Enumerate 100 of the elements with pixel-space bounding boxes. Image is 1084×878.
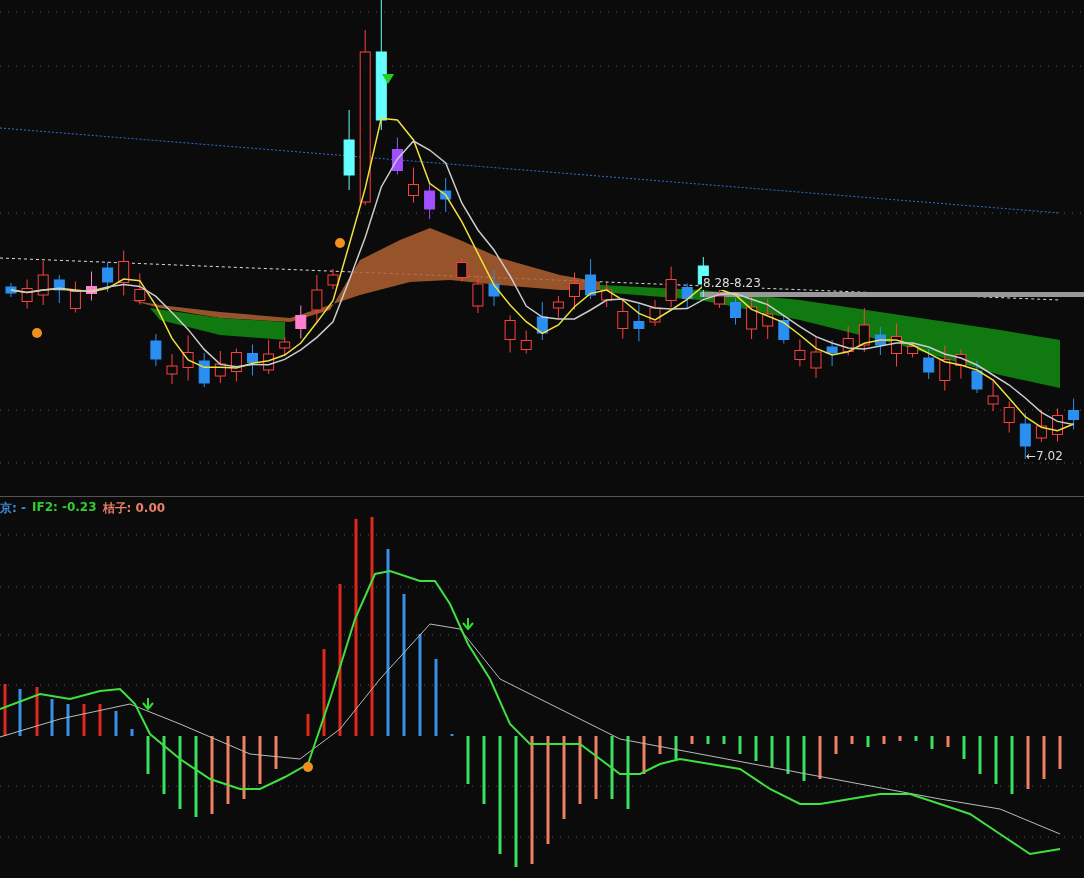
candlestick [53,274,65,304]
indicator-legend-text: IF2: -0.23 [31,500,97,516]
candlestick [778,314,790,344]
candlestick [601,282,613,308]
histogram-bar [274,736,278,769]
candlestick [810,335,822,379]
candlestick [488,269,500,307]
candlestick [37,260,49,306]
candlestick [198,352,210,388]
candlestick [681,283,693,309]
candlestick [520,330,532,354]
histogram-bar [466,736,470,784]
histogram-bar [674,736,678,759]
candlestick [842,326,854,356]
candlestick [230,348,242,382]
candlestick [21,279,33,309]
candlestick [746,296,758,340]
down-arrow-icon [462,617,474,631]
candlestick [311,274,323,324]
histogram-bar [1042,736,1046,779]
histogram-bar [130,729,134,736]
candlestick [536,301,548,341]
histogram-bar [1010,736,1014,794]
histogram-bar [898,736,902,741]
signal-dot [303,762,313,772]
candlestick [1068,398,1080,430]
candlestick [69,281,81,313]
candlestick [86,271,97,301]
histogram-bar [722,736,726,744]
histogram-bar [850,736,854,744]
histogram-bar [50,699,54,736]
candlestick [665,266,677,308]
candlestick [247,344,258,376]
candlestick [5,282,17,298]
histogram-bar [482,736,486,804]
histogram-bar [786,736,790,774]
histogram-bar [978,736,982,774]
histogram-bar [658,736,662,754]
candlestick [440,177,452,213]
candlestick [150,333,162,367]
candlestick [391,137,403,175]
candlestick [102,261,114,293]
candlestick [472,274,484,314]
candlestick [923,348,935,380]
histogram-bar [258,736,262,784]
histogram-bar [962,736,966,759]
histogram-bar [834,736,838,754]
histogram-bar [578,736,582,804]
indicator-legend-text: 京: - [0,500,26,517]
candlestick [762,298,774,340]
candlestick [858,307,870,353]
histogram-bar [35,687,39,736]
low-price-label: ←7.02 [1026,449,1063,463]
histogram-bar [1026,736,1030,789]
candlestick [166,353,178,385]
histogram-bar [866,736,870,747]
histogram-bar [1058,736,1062,769]
histogram-bar [642,736,646,774]
histogram-bar [818,736,822,779]
candlestick [826,339,838,367]
candlestick [1035,409,1047,443]
histogram-bar [82,704,86,736]
candlestick [456,258,468,282]
histogram-bar [162,736,166,794]
histogram-bar [994,736,998,784]
histogram-bar [114,711,118,736]
candlestick [730,297,741,325]
candlestick [585,258,597,300]
triangle-marker-icon [382,74,394,84]
histogram-bar [802,736,806,781]
candlestick [408,167,419,203]
candlestick [955,349,967,379]
histogram-bar [690,736,694,744]
signal-dot [335,238,345,248]
candlestick [182,335,194,381]
candlestick [552,295,564,319]
histogram-bar [3,684,7,736]
candlestick [134,273,146,305]
histogram-bar [66,704,70,736]
candlestick [891,323,902,367]
histogram-bar [594,736,598,799]
histogram-bar [930,736,934,749]
candlestick [263,339,275,375]
candlestick [971,360,983,394]
histogram-bar [754,736,758,761]
histogram-bar [738,736,742,754]
candlestick [279,336,291,356]
candlestick [649,299,661,327]
histogram-bar [770,736,774,767]
candlestick [987,380,999,412]
candlestick [327,268,339,290]
candlestick [633,304,645,342]
candlestick [1052,408,1063,442]
price-range-label: 8.28-8.23 [702,276,762,290]
histogram-bar [882,736,886,744]
indicator-legend-text: 桔子: 0.00 [102,500,166,517]
histogram-bar [242,736,246,799]
histogram-bar [98,704,102,736]
histogram-bar [610,736,614,799]
histogram-bar [914,736,918,741]
